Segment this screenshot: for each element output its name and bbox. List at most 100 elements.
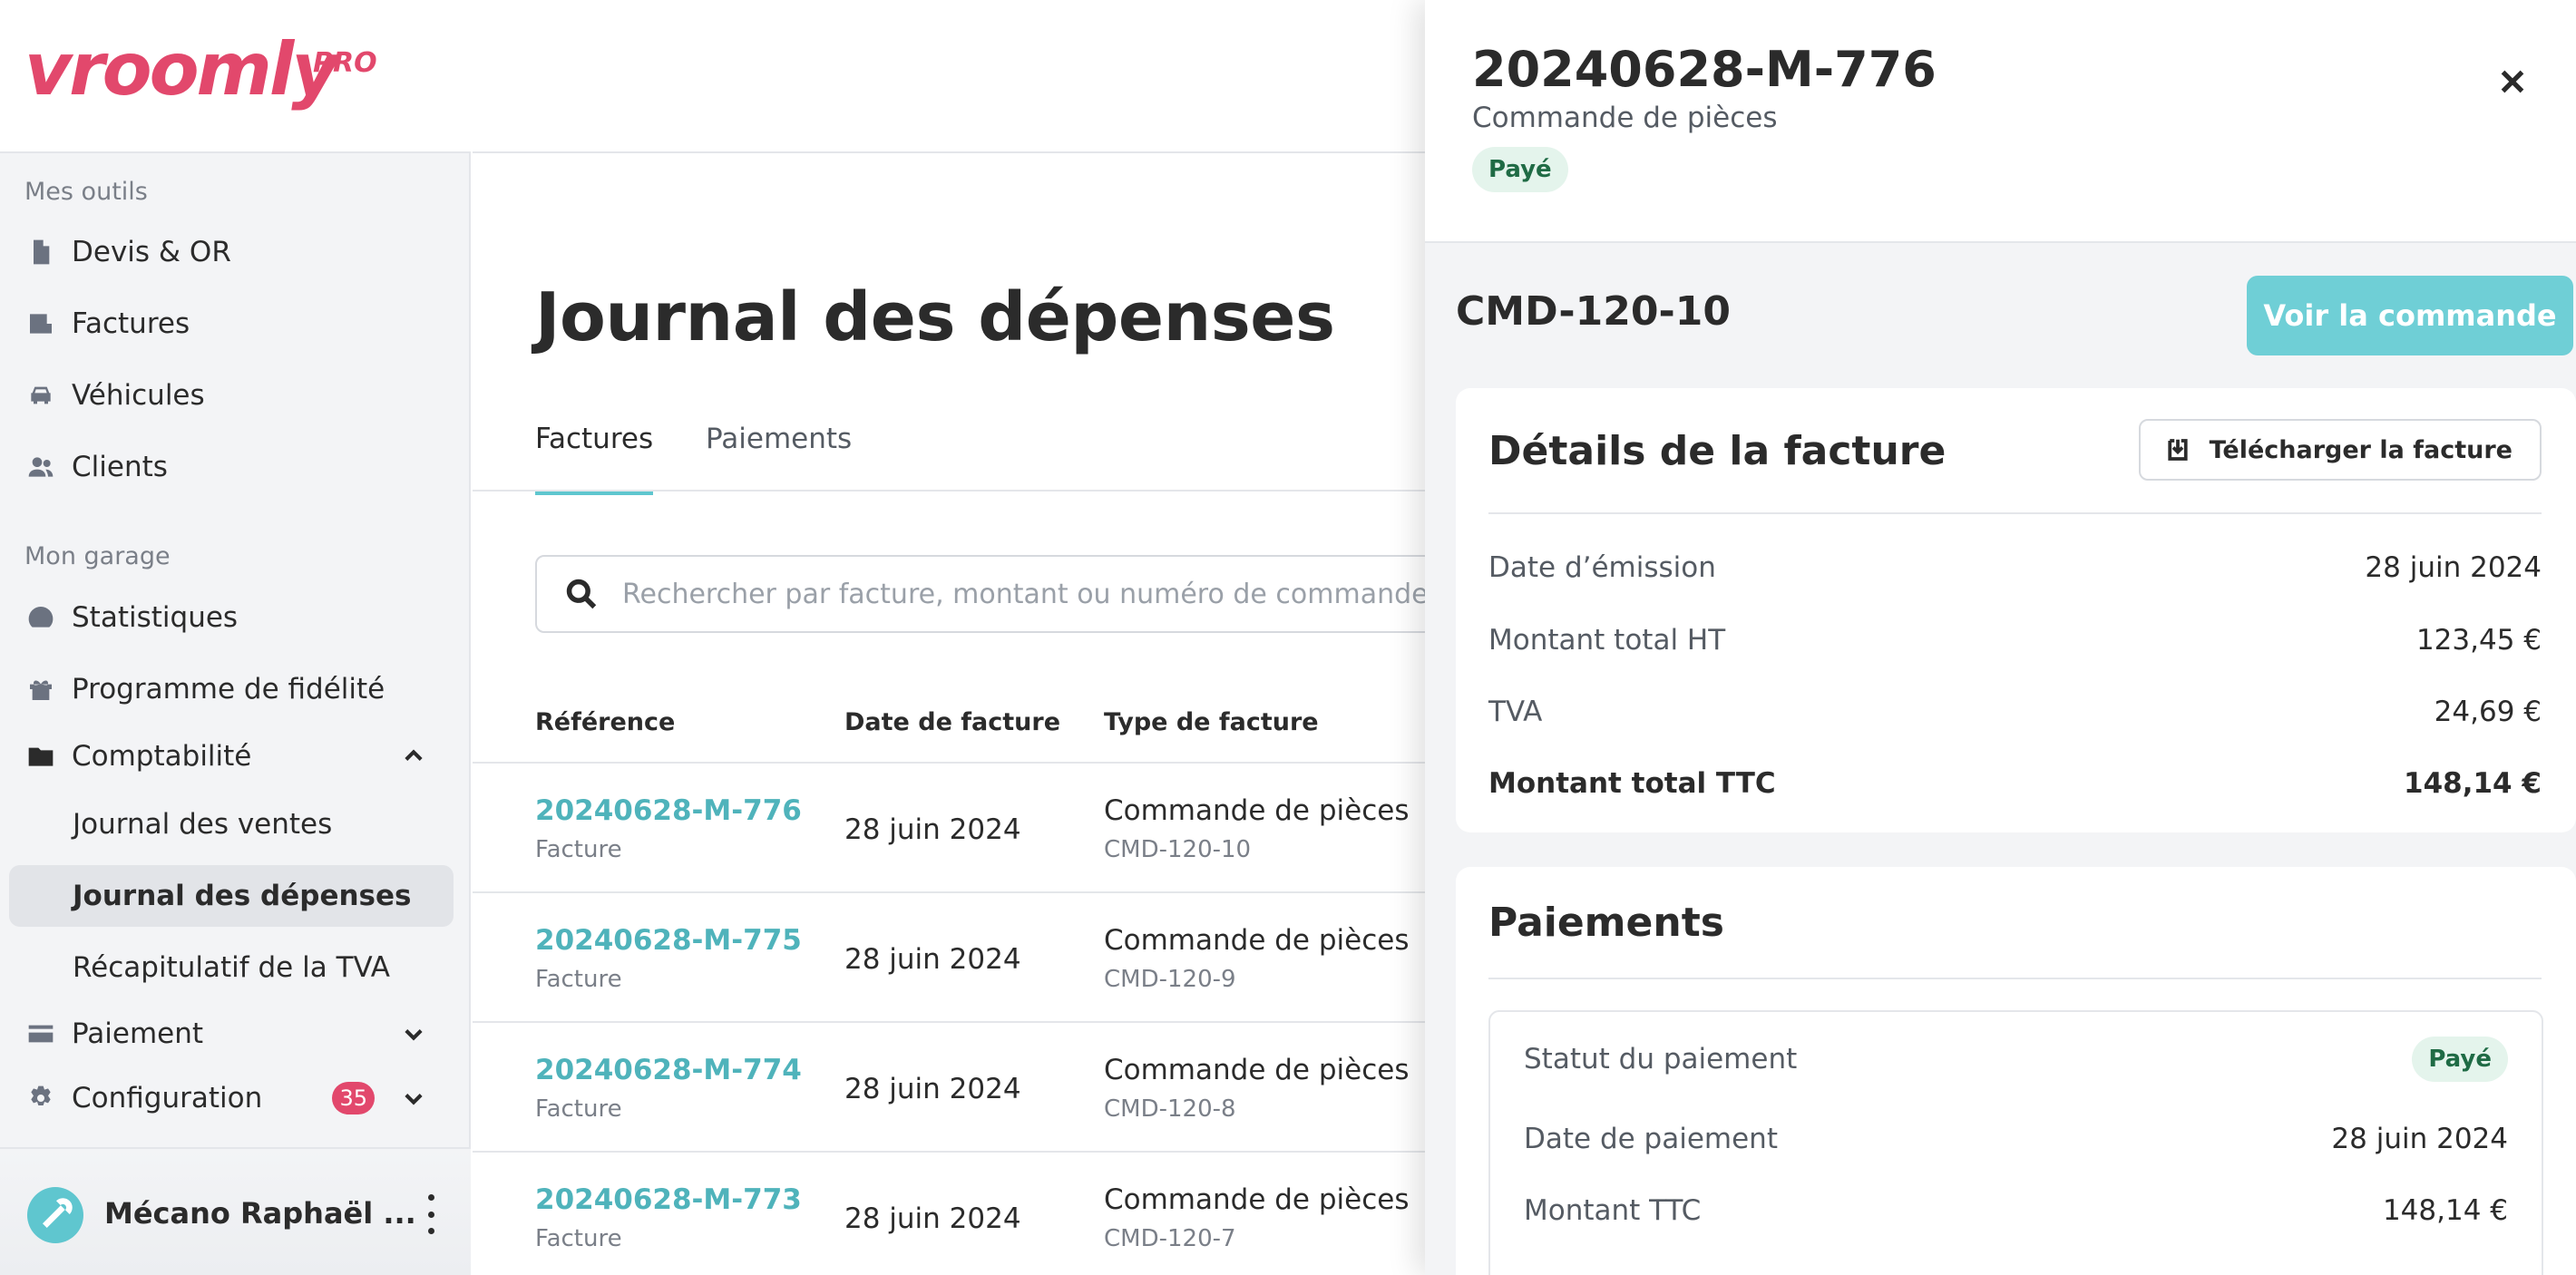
invoice-reference-link[interactable]: 20240628-M-776 (535, 794, 802, 827)
column-header-date[interactable]: Date de facture (844, 708, 1060, 736)
order-number: CMD-120-10 (1456, 288, 1732, 335)
sidebar-item-label: Configuration (72, 1082, 263, 1114)
search-input[interactable] (622, 578, 1449, 610)
column-header-type[interactable]: Type de facture (1104, 708, 1319, 736)
order-id: CMD-120-10 (1104, 836, 1252, 863)
invoice-detail-drawer: 20240628-M-776 Commande de pièces Payé C… (1425, 0, 2576, 1275)
drawer-subtitle: Commande de pièces (1472, 102, 1778, 134)
logo-bar: vroomly PRO (0, 0, 471, 153)
top-bar (473, 0, 1425, 153)
credit-card-icon (24, 1017, 57, 1050)
user-profile[interactable]: Mécano Raphaël ... (0, 1147, 471, 1275)
drawer-title: 20240628-M-776 (1472, 41, 1937, 98)
folder-icon (24, 740, 57, 773)
invoice-date: 28 juin 2024 (844, 813, 1021, 846)
total-ttc-row: Montant total TTC 148,14 € (1488, 764, 2542, 803)
sidebar-item-devis[interactable]: Devis & OR (9, 221, 454, 283)
table-row[interactable]: 20240628-M-773 Facture 28 juin 2024 Comm… (473, 1151, 1425, 1275)
payments-title: Paiements (1488, 900, 1724, 946)
table-row[interactable]: 20240628-M-775 Facture 28 juin 2024 Comm… (473, 891, 1425, 1021)
tab-factures[interactable]: Factures (535, 423, 654, 495)
sidebar-item-vehicules[interactable]: Véhicules (9, 365, 454, 426)
user-name: Mécano Raphaël ... (104, 1196, 416, 1231)
car-icon (24, 379, 57, 412)
table-row[interactable]: 20240628-M-776 Facture 28 juin 2024 Comm… (473, 762, 1425, 891)
invoice-reference-link[interactable]: 20240628-M-775 (535, 924, 802, 957)
order-id: CMD-120-9 (1104, 966, 1236, 993)
divider (1488, 978, 2542, 979)
table-row[interactable]: 20240628-M-774 Facture 28 juin 2024 Comm… (473, 1021, 1425, 1151)
invoice-date: 28 juin 2024 (844, 1073, 1021, 1105)
invoice-reference-link[interactable]: 20240628-M-774 (535, 1054, 802, 1086)
notification-badge: 35 (332, 1082, 375, 1114)
gear-icon (24, 1082, 57, 1114)
field-label: Montant total HT (1488, 624, 1726, 657)
field-value: 148,14 € (2382, 1194, 2508, 1227)
field-label: TVA (1488, 696, 1543, 728)
brand-logo[interactable]: vroomly (24, 27, 338, 112)
section-label-garage: Mon garage (24, 542, 171, 570)
invoice-kind: Facture (535, 1225, 622, 1252)
sidebar-item-comptabilite[interactable]: Comptabilité (9, 725, 454, 787)
gift-icon (24, 673, 57, 706)
chevron-up-icon[interactable] (401, 744, 426, 769)
sidebar-item-recap-tva[interactable]: Récapitulatif de la TVA (9, 937, 454, 998)
more-options-icon[interactable] (422, 1194, 440, 1234)
file-icon (24, 236, 57, 268)
drawer-header: 20240628-M-776 Commande de pièces Payé (1425, 0, 2576, 243)
invoice-date: 28 juin 2024 (844, 943, 1021, 976)
sidebar-item-configuration[interactable]: Configuration 35 (9, 1067, 454, 1129)
sidebar-item-label: Récapitulatif de la TVA (73, 951, 390, 984)
tab-bar: Factures Paiements (473, 390, 1425, 495)
view-order-button[interactable]: Voir la commande (2247, 276, 2573, 355)
invoice-reference-link[interactable]: 20240628-M-773 (535, 1183, 802, 1216)
invoice-date: 28 juin 2024 (844, 1202, 1021, 1235)
close-icon[interactable] (2496, 65, 2529, 98)
search-field[interactable] (535, 555, 1451, 633)
search-icon (566, 579, 597, 609)
sidebar-item-label: Clients (72, 451, 168, 483)
download-invoice-button[interactable]: Télécharger la facture (2138, 419, 2542, 481)
receipt-icon (24, 307, 57, 340)
avatar (27, 1187, 83, 1243)
sidebar-item-label: Journal des dépenses (73, 880, 412, 912)
sidebar-item-label: Devis & OR (72, 236, 231, 268)
tva-row: TVA 24,69 € (1488, 692, 2542, 732)
divider (1488, 512, 2542, 514)
total-ht-row: Montant total HT 123,45 € (1488, 620, 2542, 660)
sidebar-item-label: Programme de fidélité (72, 673, 385, 706)
sidebar-item-journal-ventes[interactable]: Journal des ventes (9, 793, 454, 855)
issue-date-row: Date d’émission 28 juin 2024 (1488, 548, 2542, 588)
chevron-down-icon[interactable] (401, 1085, 426, 1111)
tab-paiements[interactable]: Paiements (706, 423, 852, 492)
sidebar-item-clients[interactable]: Clients (9, 436, 454, 498)
status-badge: Payé (1472, 147, 1568, 192)
page-title: Journal des dépenses (535, 278, 1335, 356)
sidebar-item-journal-depenses[interactable]: Journal des dépenses (9, 865, 454, 927)
field-label: Montant TTC (1524, 1194, 1702, 1227)
sidebar-item-paiement[interactable]: Paiement (9, 1003, 454, 1065)
sidebar-item-statistiques[interactable]: Statistiques (9, 587, 454, 648)
field-label: Montant total TTC (1488, 767, 1776, 800)
invoice-details-card: Détails de la facture Télécharger la fac… (1456, 388, 2576, 832)
gauge-icon (24, 601, 57, 634)
sidebar-item-label: Journal des ventes (73, 808, 333, 841)
chevron-down-icon[interactable] (401, 1021, 426, 1046)
order-id: CMD-120-8 (1104, 1095, 1236, 1123)
field-label: Statut du paiement (1524, 1043, 1798, 1075)
invoice-kind: Facture (535, 966, 622, 993)
column-header-reference[interactable]: Référence (535, 708, 675, 736)
invoice-type: Commande de pièces (1104, 794, 1410, 827)
order-id: CMD-120-7 (1104, 1225, 1236, 1252)
sidebar-item-label: Véhicules (72, 379, 205, 412)
payment-status-row: Statut du paiement Payé (1524, 1037, 2508, 1082)
field-value: 123,45 € (2415, 624, 2542, 657)
payment-item: Statut du paiement Payé Date de paiement… (1488, 1010, 2543, 1275)
sidebar: vroomly PRO Mes outils Devis & OR Factur… (0, 0, 471, 1275)
sidebar-item-fidelite[interactable]: Programme de fidélité (9, 658, 454, 720)
invoice-type: Commande de pièces (1104, 924, 1410, 957)
invoice-kind: Facture (535, 836, 622, 863)
invoice-kind: Facture (535, 1095, 622, 1123)
sidebar-item-label: Statistiques (72, 601, 239, 634)
sidebar-item-factures[interactable]: Factures (9, 293, 454, 355)
